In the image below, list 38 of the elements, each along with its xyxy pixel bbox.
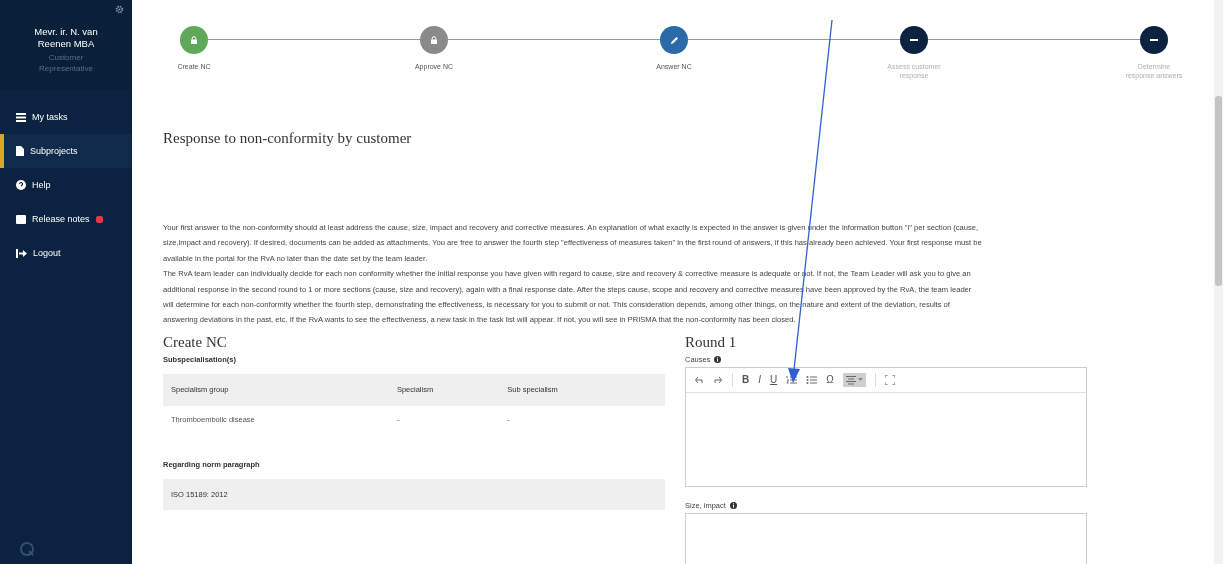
user-name: Mevr. ir. N. van Reenen MBA <box>33 26 99 50</box>
undo-icon[interactable] <box>694 375 704 385</box>
document-icon <box>16 146 24 156</box>
round-title: Round 1 <box>685 333 738 351</box>
bullet-list-icon[interactable] <box>806 374 818 385</box>
caret-icon <box>857 378 863 382</box>
user-role: Customer Representative <box>38 52 94 74</box>
format-button[interactable]: Ω <box>826 374 834 386</box>
format-button[interactable]: B <box>742 374 750 386</box>
info-icon[interactable] <box>714 355 722 363</box>
section-title: Create NC <box>163 333 228 351</box>
scrollbar[interactable] <box>1214 0 1223 564</box>
format-button[interactable]: U <box>770 374 778 386</box>
step-lock-icon <box>180 26 208 54</box>
step-lock-icon <box>420 26 448 54</box>
step-pencil-icon <box>660 26 688 54</box>
logout-icon <box>16 248 27 258</box>
format-button[interactable]: I <box>758 374 761 386</box>
sidebar-item[interactable]: Release notes <box>0 202 132 236</box>
sidebar-item[interactable]: Subprojects <box>0 134 132 168</box>
page-title: Response to non-conformity by customer <box>163 130 413 147</box>
info-icon[interactable] <box>729 501 737 509</box>
step-minus-icon <box>1140 26 1168 54</box>
numbered-list-icon[interactable] <box>786 374 798 385</box>
step-minus-icon <box>900 26 928 54</box>
list-icon <box>16 112 26 122</box>
logo-icon <box>20 542 34 556</box>
sidebar-item[interactable]: Help <box>0 168 132 202</box>
align-icon <box>845 374 856 385</box>
redo-icon[interactable] <box>713 375 723 385</box>
fullscreen-icon[interactable] <box>884 374 895 385</box>
sidebar-item[interactable]: My tasks <box>0 100 132 134</box>
settings-icon[interactable] <box>115 5 124 14</box>
align-button[interactable] <box>842 372 866 387</box>
help-icon <box>16 180 26 190</box>
notes-icon <box>16 214 26 224</box>
text-editor[interactable]: B I U Ω <box>685 366 1087 487</box>
sidebar-item[interactable]: Logout <box>0 236 132 270</box>
